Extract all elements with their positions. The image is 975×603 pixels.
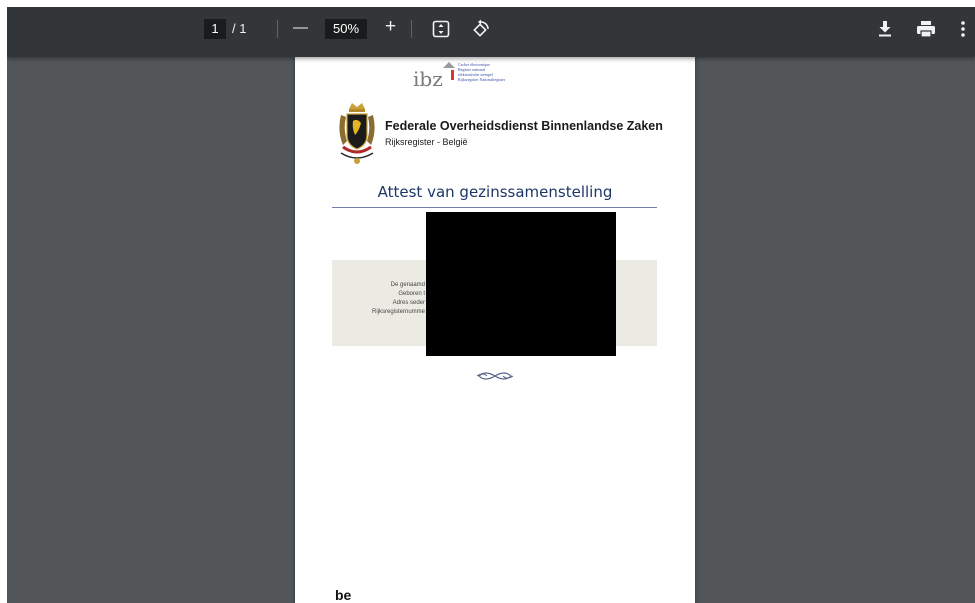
document-title: Attest van gezinssamenstelling — [377, 183, 613, 201]
zoom-level-input[interactable]: 50% — [325, 19, 367, 39]
page-total: / 1 — [232, 21, 247, 36]
pdf-toolbar: 1 / 1 — 50% + — [7, 7, 975, 57]
toolbar-separator — [277, 20, 278, 38]
pdf-page: ibz Cachet électronique Registre nationa… — [295, 57, 695, 603]
ornament-flourish-icon — [476, 372, 514, 380]
page-number-input[interactable]: 1 — [204, 19, 226, 39]
info-label: Adres seder — [392, 300, 425, 306]
belgian-coat-of-arms-icon — [339, 103, 375, 164]
zoom-in-button[interactable]: + — [385, 17, 396, 37]
toolbar-separator — [411, 20, 412, 38]
info-label: Rijksregisternumme — [371, 309, 425, 315]
info-label: De genaamd — [390, 282, 425, 288]
print-icon[interactable] — [916, 20, 936, 38]
redaction-block — [426, 212, 616, 356]
pdf-viewer: 1 / 1 — 50% + ibz Cachet électronique Re… — [7, 7, 975, 603]
download-icon[interactable] — [877, 20, 893, 38]
zoom-out-button[interactable]: — — [293, 18, 308, 38]
cachet-text: Cachet électronique Registre national el… — [458, 62, 505, 82]
more-vert-icon[interactable] — [960, 20, 966, 38]
be-logo: be — [335, 587, 352, 603]
org-subtitle: Rijksregister - België — [385, 137, 468, 147]
fit-page-icon[interactable] — [432, 20, 450, 38]
rotate-icon[interactable] — [471, 19, 491, 39]
ibz-emblem-icon — [443, 62, 455, 80]
title-underline — [332, 207, 657, 208]
info-label: Geboren t — [398, 291, 425, 297]
ibz-logo: ibz — [413, 67, 443, 91]
org-title: Federale Overheidsdienst Binnenlandse Za… — [385, 119, 663, 133]
cachet-line: Rijksregister Nationalregister — [458, 77, 506, 82]
